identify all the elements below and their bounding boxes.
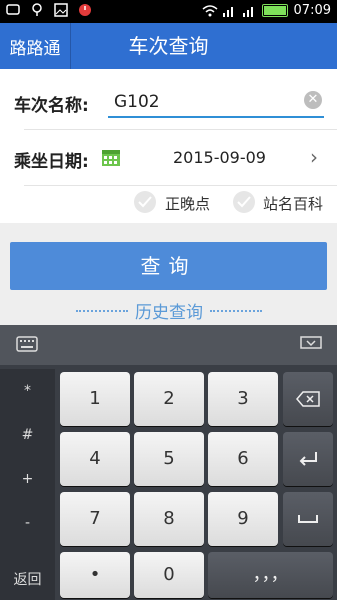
space-icon: [297, 508, 319, 529]
key-2[interactable]: 2: [134, 372, 204, 426]
date-row[interactable]: 乘坐日期: 2015-09-09 ›: [0, 129, 337, 185]
enter-icon: [297, 448, 319, 469]
symbol-column: * # + - 返回: [0, 369, 55, 600]
keyboard: * # + - 返回 1 2 3 4 5 6 7 8 9 • 0 ，，，: [0, 325, 337, 600]
key-9[interactable]: 9: [208, 492, 278, 546]
train-label: 车次名称:: [14, 96, 89, 116]
key-hash[interactable]: #: [0, 427, 55, 443]
page-title: 车次查询: [128, 34, 209, 58]
key-6[interactable]: 6: [208, 432, 278, 486]
key-star[interactable]: *: [0, 383, 55, 399]
date-value: 2015-09-09: [173, 148, 266, 167]
status-time: 07:09: [293, 3, 331, 18]
key-3[interactable]: 3: [208, 372, 278, 426]
key-4[interactable]: 4: [60, 432, 130, 486]
location-icon: [30, 3, 44, 17]
option-punctuality[interactable]: 正晚点: [165, 193, 210, 214]
train-number-input[interactable]: [108, 88, 324, 118]
key-5[interactable]: 5: [134, 432, 204, 486]
train-row: 车次名称: ✕: [0, 69, 337, 129]
battery-icon: [261, 4, 288, 17]
history-link[interactable]: 历史查询: [76, 298, 262, 323]
backspace-icon: [296, 388, 320, 409]
query-form: 车次名称: ✕ 乘坐日期: 2015-09-09 › 正晚点 站名百科: [0, 69, 337, 223]
key-back[interactable]: 返回: [0, 569, 55, 589]
history-label: 历史查询: [135, 303, 203, 323]
check-icon[interactable]: [233, 191, 255, 213]
enter-key[interactable]: [283, 432, 333, 486]
check-icon[interactable]: [134, 191, 156, 213]
key-minus[interactable]: -: [0, 515, 55, 531]
key-dot[interactable]: •: [60, 552, 130, 598]
chevron-right-icon: ›: [310, 145, 318, 169]
keyboard-toolbar: [0, 325, 337, 365]
messages-icon: [6, 3, 20, 17]
date-label: 乘坐日期:: [14, 152, 89, 172]
key-comma[interactable]: ，，，: [208, 552, 333, 598]
space-key[interactable]: [283, 492, 333, 546]
status-bar: 07:09: [0, 0, 337, 23]
backspace-key[interactable]: [283, 372, 333, 426]
clear-icon[interactable]: ✕: [304, 91, 322, 109]
calendar-icon: [101, 147, 121, 167]
wifi-icon: [202, 4, 218, 18]
keyboard-icon[interactable]: [16, 336, 38, 352]
signal-icon: [222, 4, 236, 18]
image-icon: [54, 3, 68, 17]
key-1[interactable]: 1: [60, 372, 130, 426]
signal-icon: [242, 4, 256, 18]
options-row: 正晚点 站名百科: [0, 186, 337, 223]
option-station-wiki[interactable]: 站名百科: [263, 193, 323, 214]
query-button[interactable]: 查询: [10, 242, 327, 290]
app-bar: 路路通 车次查询: [0, 23, 337, 69]
key-0[interactable]: 0: [134, 552, 204, 598]
power-icon: [78, 3, 92, 17]
key-plus[interactable]: +: [0, 471, 55, 487]
key-8[interactable]: 8: [134, 492, 204, 546]
key-7[interactable]: 7: [60, 492, 130, 546]
hide-keyboard-icon[interactable]: [300, 336, 322, 352]
